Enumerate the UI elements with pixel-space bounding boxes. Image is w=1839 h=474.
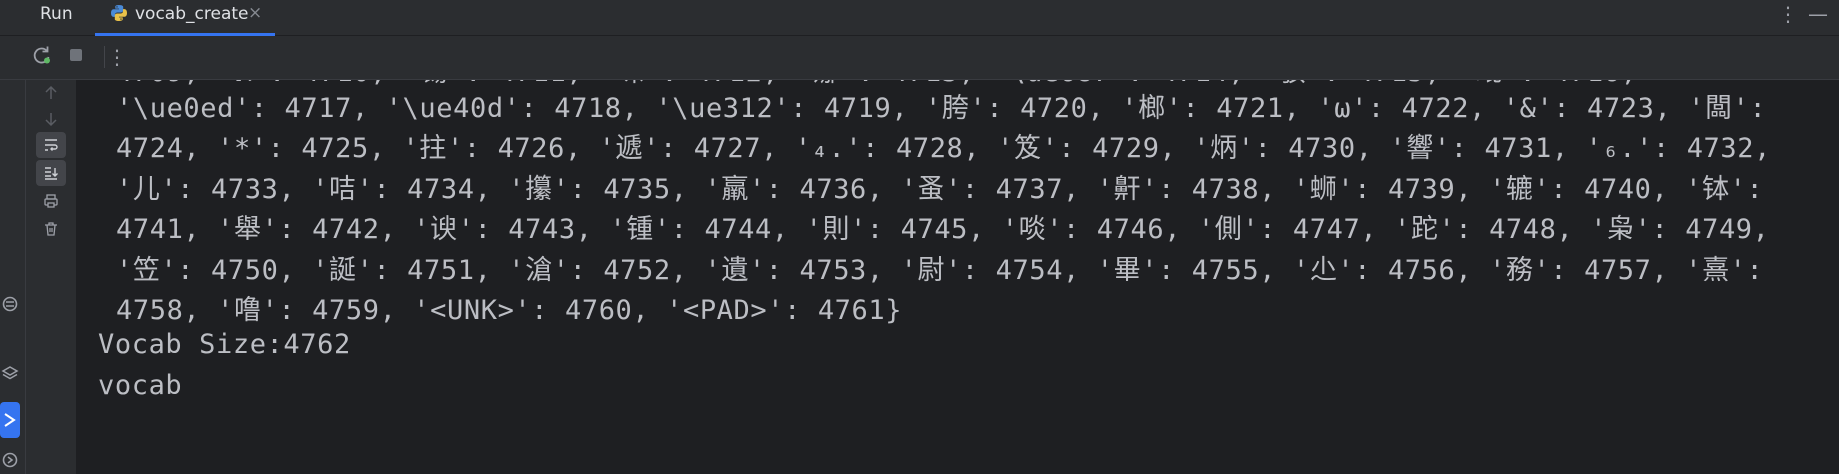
vocab-size-output: Vocab Size:4762: [98, 329, 351, 360]
tool-window-strip: [0, 80, 26, 474]
close-icon[interactable]: ×: [248, 3, 262, 23]
soft-wrap-icon[interactable]: [36, 132, 66, 158]
python-packages-icon[interactable]: [0, 292, 22, 316]
rerun-icon: [32, 45, 52, 69]
run-icon[interactable]: [0, 402, 20, 438]
arrow-up-icon[interactable]: [36, 80, 66, 106]
console-line: 4758, '噜': 4759, '<UNK>': 4760, '<PAD>':…: [116, 295, 903, 326]
layers-icon[interactable]: [0, 362, 22, 386]
trash-icon[interactable]: [36, 216, 66, 242]
python-file-icon: [110, 4, 128, 22]
stop-icon: [68, 47, 84, 67]
console-gutter: [26, 80, 76, 474]
toolbar-more-button[interactable]: ⋮: [104, 44, 130, 70]
tool-window-header: Run vocab_create × ⋮ —: [0, 0, 1839, 36]
arrow-down-icon[interactable]: [36, 106, 66, 132]
console-line: 4741, '舉': 4742, '谀': 4743, '锺': 4744, '…: [116, 214, 1770, 245]
scroll-to-end-icon[interactable]: [36, 160, 66, 186]
console-line: 4724, '*': 4725, '拄': 4726, '遞': 4727, '…: [116, 133, 1771, 164]
run-tool-window-title: Run: [40, 4, 73, 24]
console-output[interactable]: 4709, '𝕜': 4710, '锡': 4711, '咪': 4712, '…: [76, 80, 1839, 474]
services-icon[interactable]: [0, 448, 22, 472]
run-toolbar: ⋮: [0, 36, 1839, 80]
tab-title: vocab_create: [135, 4, 249, 24]
console-line: vocab: [98, 370, 183, 401]
console-line: '笠': 4750, '誕': 4751, '滄': 4752, '遺': 47…: [116, 255, 1764, 286]
console-line: '儿': 4733, '咭': 4734, '攥': 4735, '羸': 47…: [116, 174, 1764, 205]
minimize-icon[interactable]: —: [1808, 2, 1828, 26]
console-line: '\ue0ed': 4717, '\ue40d': 4718, '\ue312'…: [116, 93, 1767, 124]
rerun-button[interactable]: [29, 44, 55, 70]
print-icon[interactable]: [36, 188, 66, 214]
more-options-icon: ⋮: [107, 45, 127, 69]
more-options-icon[interactable]: ⋮: [1778, 2, 1798, 26]
stop-button[interactable]: [63, 44, 89, 70]
tab-vocab-create[interactable]: vocab_create ×: [95, 0, 275, 36]
